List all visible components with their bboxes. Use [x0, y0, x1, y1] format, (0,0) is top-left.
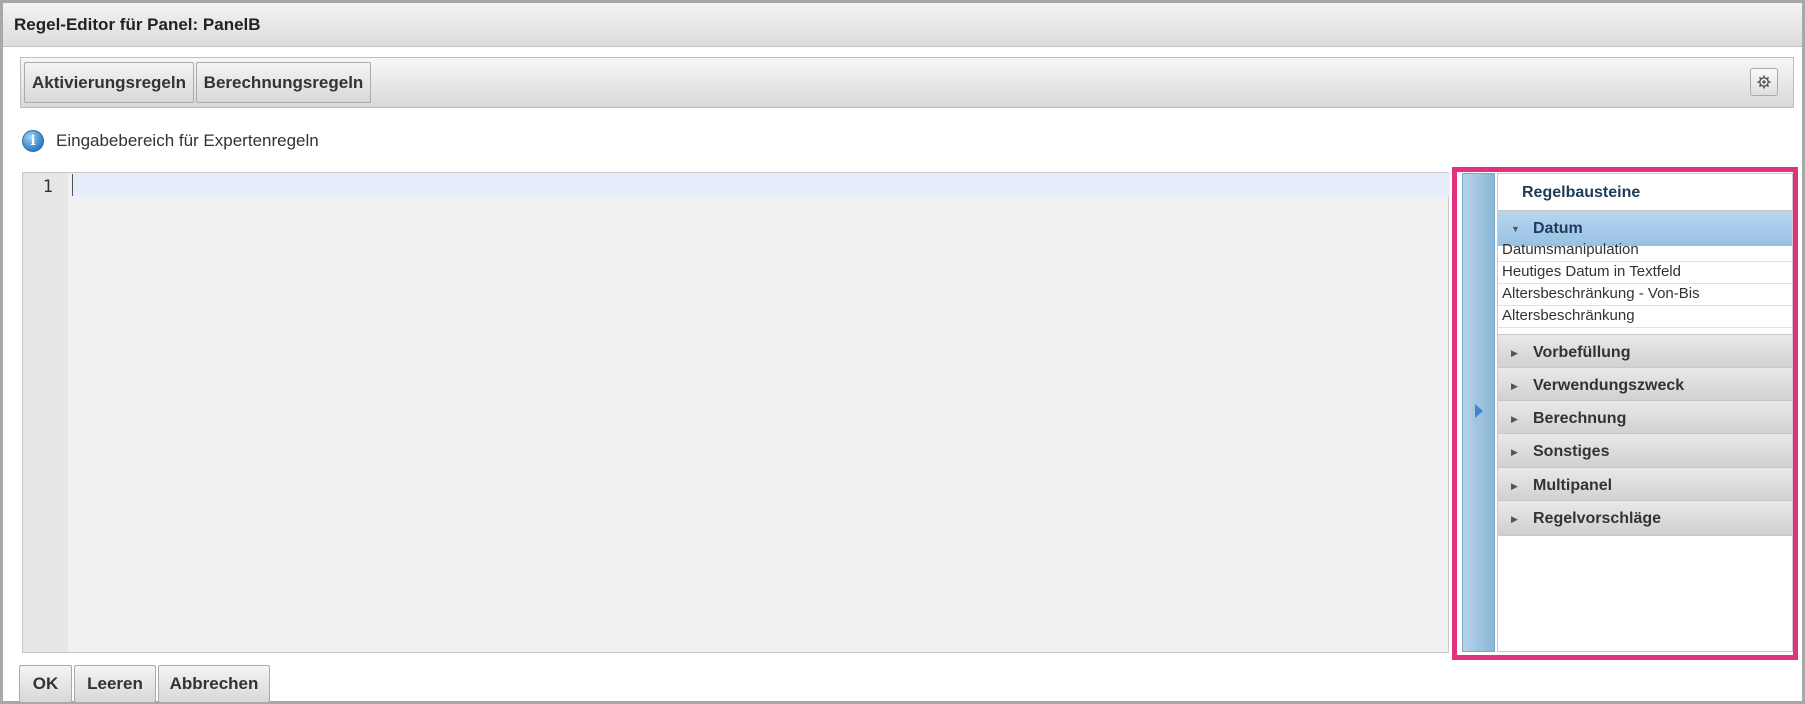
gear-icon — [1757, 75, 1771, 89]
caret-right-icon: ▶ — [1511, 414, 1518, 424]
cancel-button[interactable]: Abbrechen — [158, 665, 270, 703]
group-label: Sonstiges — [1533, 443, 1610, 460]
group-label: Datum — [1533, 220, 1583, 237]
group-label: Berechnung — [1533, 410, 1627, 427]
rule-item-label: Datumsmanipulation — [1502, 241, 1639, 258]
expand-arrow-icon — [1475, 404, 1483, 418]
rule-item-altersbeschraenkung[interactable]: Altersbeschränkung — [1498, 303, 1792, 328]
title-bar: Regel-Editor für Panel: PanelB — [3, 3, 1802, 47]
caret-right-icon: ▶ — [1511, 514, 1518, 524]
rule-item-label: Altersbeschränkung — [1502, 307, 1635, 324]
rule-item-label: Heutiges Datum in Textfeld — [1502, 263, 1681, 280]
caret-right-icon: ▶ — [1511, 381, 1518, 391]
group-berechnung[interactable]: ▶ Berechnung — [1498, 400, 1792, 436]
active-line-highlight — [73, 173, 1450, 197]
info-text: Eingabebereich für Expertenregeln — [56, 131, 319, 150]
group-multipanel[interactable]: ▶ Multipanel — [1498, 467, 1792, 503]
caret-right-icon: ▶ — [1511, 447, 1518, 457]
caret-right-icon: ▶ — [1511, 481, 1518, 491]
group-verwendungszweck[interactable]: ▶ Verwendungszweck — [1498, 367, 1792, 403]
tab-aktivierungsregeln[interactable]: Aktivierungsregeln — [24, 62, 194, 103]
rule-editor-window: Regel-Editor für Panel: PanelB Aktivieru… — [0, 0, 1805, 704]
group-sonstiges[interactable]: ▶ Sonstiges — [1498, 433, 1792, 469]
group-regelvorschlaege[interactable]: ▶ Regelvorschläge — [1498, 500, 1792, 536]
clear-button[interactable]: Leeren — [74, 665, 156, 703]
group-label: Multipanel — [1533, 477, 1613, 494]
code-editor[interactable]: 1 — [22, 172, 1450, 653]
rule-blocks-panel: Regelbausteine ▼ Datum Datumsmanipulatio… — [1497, 173, 1793, 652]
caret-right-icon: ▶ — [1511, 348, 1518, 358]
group-label: Vorbefüllung — [1533, 344, 1631, 361]
caret-down-icon: ▼ — [1511, 224, 1520, 234]
group-label: Verwendungszweck — [1533, 377, 1685, 394]
group-vorbefuellung[interactable]: ▶ Vorbefüllung — [1498, 334, 1792, 370]
line-number-gutter: 1 — [23, 173, 68, 652]
toolbar: Aktivierungsregeln Berechnungsregeln — [20, 57, 1794, 108]
rule-item-label: Altersbeschränkung - Von-Bis — [1502, 285, 1700, 302]
ok-button[interactable]: OK — [19, 665, 72, 703]
text-cursor — [72, 174, 73, 196]
panel-title: Regelbausteine — [1522, 184, 1641, 201]
window-title: Regel-Editor für Panel: PanelB — [14, 15, 261, 34]
settings-button[interactable] — [1750, 68, 1778, 96]
tab-berechnungsregeln[interactable]: Berechnungsregeln — [196, 62, 371, 103]
info-row: i Eingabebereich für Expertenregeln — [22, 128, 319, 154]
panel-collapse-handle[interactable] — [1462, 173, 1495, 652]
group-label: Regelvorschläge — [1533, 510, 1662, 527]
info-icon: i — [22, 130, 44, 152]
line-number: 1 — [42, 177, 53, 197]
